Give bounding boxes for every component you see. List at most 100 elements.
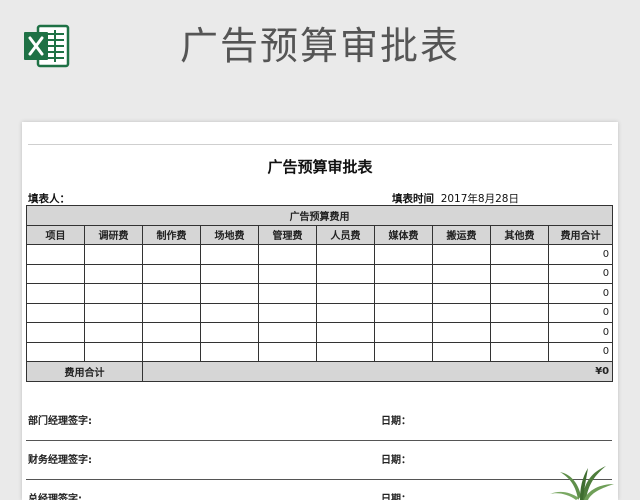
- page-title: 广告预算审批表: [179, 24, 460, 68]
- section-header-row: 广告预算费用: [25, 205, 614, 226]
- table-cell[interactable]: [258, 341, 317, 362]
- signature-label: 财务经理签字:: [28, 455, 92, 466]
- fill-time-value: 2017年8月28日: [440, 193, 519, 205]
- table-cell[interactable]: [316, 341, 375, 362]
- column-header: 人员费: [316, 224, 375, 245]
- form-title: 广告预算审批表: [267, 158, 373, 176]
- column-header: 搬运费: [432, 224, 491, 245]
- table-cell[interactable]: [142, 283, 201, 304]
- table-cell[interactable]: [84, 283, 143, 304]
- signature-row: 财务经理签字: 日期：: [26, 440, 612, 480]
- table-cell[interactable]: [84, 302, 143, 323]
- table-cell[interactable]: [490, 244, 549, 265]
- table-row: 0: [26, 283, 614, 304]
- table-cell[interactable]: [374, 322, 433, 343]
- row-total-cell[interactable]: 0: [547, 322, 614, 343]
- table-cell[interactable]: [200, 341, 259, 362]
- table-cell[interactable]: [142, 302, 201, 323]
- table-cell[interactable]: [490, 263, 549, 284]
- table-cell[interactable]: [374, 341, 433, 362]
- date-label: 日期：: [381, 455, 411, 466]
- table-cell[interactable]: [490, 302, 549, 323]
- table-row: 0: [26, 302, 614, 323]
- row-total-cell[interactable]: 0: [547, 302, 614, 323]
- table-cell[interactable]: [432, 322, 491, 343]
- table-cell[interactable]: [258, 302, 317, 323]
- signature-row: 总经理签字: 日期：: [26, 479, 612, 500]
- filler-label: 填表人：: [28, 193, 70, 205]
- table-cell[interactable]: [142, 341, 201, 362]
- table-cell[interactable]: [142, 244, 201, 265]
- table-cell[interactable]: [374, 244, 433, 265]
- column-header: 其他费: [490, 224, 549, 245]
- row-total-cell[interactable]: 0: [547, 283, 614, 304]
- fill-time: 填表时间 2017年8月28日: [392, 193, 519, 205]
- row-total-cell[interactable]: 0: [547, 263, 614, 284]
- grid-line: [28, 144, 612, 145]
- column-header: 调研费: [84, 224, 143, 245]
- table-row: 0: [26, 263, 614, 284]
- table-cell[interactable]: [258, 263, 317, 284]
- table-cell[interactable]: [316, 322, 375, 343]
- table-cell[interactable]: [200, 322, 259, 343]
- table-cell[interactable]: [84, 244, 143, 265]
- column-header: 媒体费: [374, 224, 433, 245]
- table-cell[interactable]: [200, 283, 259, 304]
- table-cell[interactable]: [316, 302, 375, 323]
- row-total-cell[interactable]: 0: [547, 244, 614, 265]
- table-cell[interactable]: [432, 283, 491, 304]
- grand-total-row: 费用合计 ¥0: [26, 361, 614, 382]
- table-cell[interactable]: [26, 322, 85, 343]
- table-cell[interactable]: [26, 283, 85, 304]
- table-cell[interactable]: [142, 263, 201, 284]
- table-cell[interactable]: [200, 263, 259, 284]
- table-cell[interactable]: [374, 283, 433, 304]
- table-cell[interactable]: [26, 244, 85, 265]
- grand-total-value[interactable]: ¥0: [141, 361, 614, 382]
- row-total-cell[interactable]: 0: [547, 341, 614, 362]
- signature-label: 总经理签字:: [28, 494, 82, 500]
- table-cell[interactable]: [142, 322, 201, 343]
- column-header: 费用合计: [547, 224, 614, 245]
- budget-table: 广告预算费用 项目 调研费 制作费 场地费 管理费 人员费 媒体费 搬运费 其他…: [25, 205, 614, 382]
- table-row: 0: [26, 244, 614, 265]
- table-cell[interactable]: [432, 244, 491, 265]
- table-cell[interactable]: [490, 341, 549, 362]
- column-header: 项目: [26, 224, 85, 245]
- table-cell[interactable]: [432, 263, 491, 284]
- column-header: 场地费: [200, 224, 259, 245]
- section-label: 广告预算费用: [25, 205, 614, 226]
- grand-total-label: 费用合计: [26, 361, 143, 382]
- table-cell[interactable]: [26, 341, 85, 362]
- table-cell[interactable]: [490, 283, 549, 304]
- table-cell[interactable]: [84, 322, 143, 343]
- plant-decoration: [550, 466, 614, 500]
- table-cell[interactable]: [258, 244, 317, 265]
- date-label: 日期：: [381, 494, 411, 500]
- table-cell[interactable]: [84, 341, 143, 362]
- signature-label: 部门经理签字:: [28, 416, 92, 427]
- table-cell[interactable]: [432, 302, 491, 323]
- table-cell[interactable]: [84, 263, 143, 284]
- table-cell[interactable]: [258, 322, 317, 343]
- table-cell[interactable]: [374, 302, 433, 323]
- column-header: 制作费: [142, 224, 201, 245]
- spreadsheet-sheet: 广告预算审批表 填表人： 填表时间 2017年8月28日 广告预算费用 项目 调…: [22, 122, 618, 500]
- table-cell[interactable]: [374, 263, 433, 284]
- table-row: 0: [26, 322, 614, 343]
- table-cell[interactable]: [316, 244, 375, 265]
- date-label: 日期：: [381, 416, 411, 427]
- table-cell[interactable]: [200, 302, 259, 323]
- table-cell[interactable]: [432, 341, 491, 362]
- table-cell[interactable]: [490, 322, 549, 343]
- table-cell[interactable]: [200, 244, 259, 265]
- table-cell[interactable]: [258, 283, 317, 304]
- column-header-row: 项目 调研费 制作费 场地费 管理费 人员费 媒体费 搬运费 其他费 费用合计: [26, 224, 614, 245]
- table-cell[interactable]: [316, 283, 375, 304]
- table-cell[interactable]: [316, 263, 375, 284]
- signature-row: 部门经理签字: 日期：: [26, 401, 612, 441]
- column-header: 管理费: [258, 224, 317, 245]
- table-cell[interactable]: [26, 263, 85, 284]
- table-cell[interactable]: [26, 302, 85, 323]
- table-row: 0: [26, 341, 614, 362]
